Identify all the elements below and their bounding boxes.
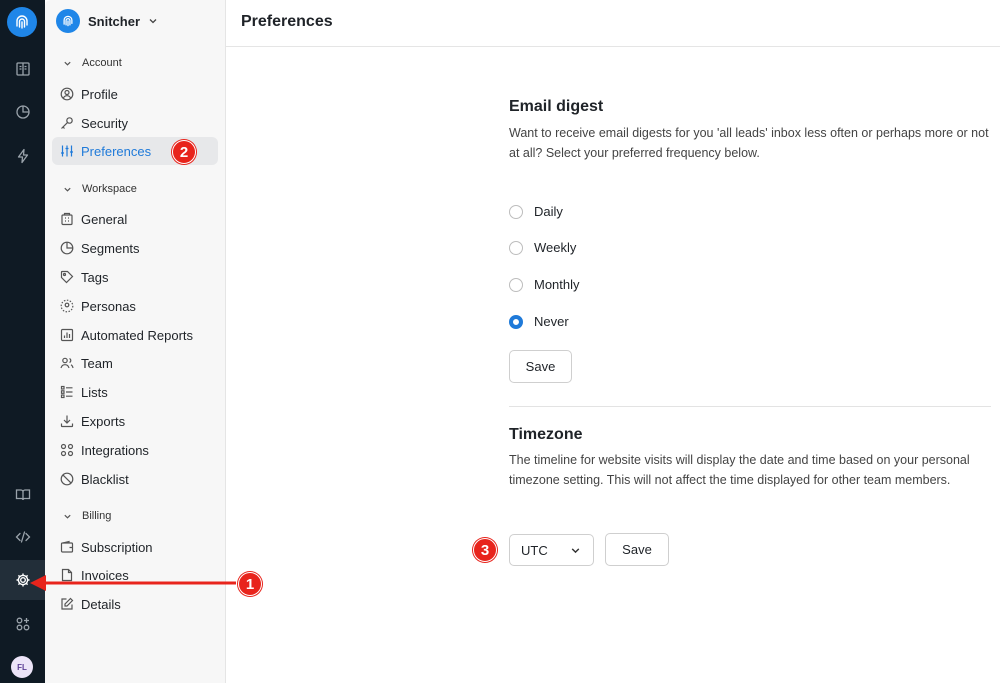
radio-button[interactable]	[509, 204, 523, 219]
radio-button-selected[interactable]	[509, 314, 523, 329]
radio-label: Weekly	[534, 240, 577, 255]
radio-daily[interactable]: Daily	[509, 204, 563, 219]
annotation-badge-3: 3	[473, 538, 497, 562]
timezone-description: The timeline for website visits will dis…	[509, 453, 970, 487]
radio-never[interactable]: Never	[509, 314, 569, 329]
radio-button[interactable]	[509, 240, 523, 255]
radio-label: Daily	[534, 204, 563, 219]
radio-weekly[interactable]: Weekly	[509, 240, 576, 255]
chevron-down-icon	[571, 547, 580, 553]
radio-monthly[interactable]: Monthly	[509, 277, 580, 292]
radio-label: Monthly	[534, 277, 580, 292]
annotation-badge-2: 2	[172, 140, 196, 164]
email-digest-title: Email digest	[509, 98, 604, 115]
radio-button[interactable]	[509, 277, 523, 292]
page-header: Preferences	[226, 0, 1000, 47]
timezone-save-button[interactable]: Save	[605, 533, 669, 566]
section-divider	[509, 406, 991, 407]
annotation-arrow	[30, 575, 236, 591]
email-digest-save-button[interactable]: Save	[509, 350, 572, 383]
timezone-select[interactable]: UTC	[509, 534, 594, 566]
radio-label: Never	[534, 314, 569, 329]
user-avatar[interactable]: FL	[11, 656, 33, 678]
annotation-badge-1: 1	[238, 572, 262, 596]
timezone-title: Timezone	[509, 426, 583, 443]
apps-icon[interactable]	[0, 604, 45, 644]
email-digest-description: Want to receive email digests for you 'a…	[509, 126, 989, 160]
timezone-selected-value: UTC	[521, 542, 548, 558]
